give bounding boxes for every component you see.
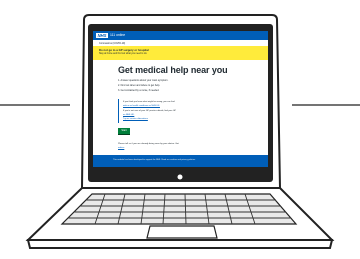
alert-body: Stay at home and find out what you need …: [99, 53, 148, 55]
inset-line-1: If you think you know what might be wron…: [123, 101, 175, 103]
service-name: 111 online: [110, 33, 126, 37]
footer-text[interactable]: This website has been developed to suppo…: [113, 159, 196, 161]
health-conditions-link[interactable]: advice on health conditions on NHS.UK.: [123, 105, 160, 107]
step-2: 2. Find out when and where to get help.: [118, 84, 160, 87]
site-header: NHS 111 online: [93, 31, 268, 40]
laptop-screen: NHS 111 online Coronavirus (COVID-19) Do…: [93, 31, 268, 167]
advice-link[interactable]: advice: [118, 147, 124, 149]
find-gp-link[interactable]: on NHS.UK.: [123, 114, 134, 116]
site-footer: This website has been developed to suppo…: [93, 155, 268, 167]
step-3: 3. Get contacted by a nurse, if needed.: [118, 89, 160, 92]
nhs-logo[interactable]: NHS: [96, 32, 108, 38]
info-inset: If you think you know what might be wron…: [118, 99, 189, 123]
step-1: 1. Answer questions about your main symp…: [118, 79, 169, 82]
page-title: Get medical help near you: [118, 65, 228, 75]
covid-alert-banner: Do not go to a GP surgery or hospital St…: [93, 46, 268, 60]
alert-title: Do not go to a GP surgery or hospital: [99, 48, 149, 52]
start-button[interactable]: Start: [118, 128, 130, 134]
breadcrumb[interactable]: Coronavirus (COVID-19): [99, 42, 125, 45]
service-alternatives-link[interactable]: Try our service alternatives: [123, 118, 148, 120]
inset-line-2: If you're not sure of your GP practice d…: [123, 110, 177, 112]
doctor-note: Please tell us if you are already being …: [118, 143, 179, 145]
